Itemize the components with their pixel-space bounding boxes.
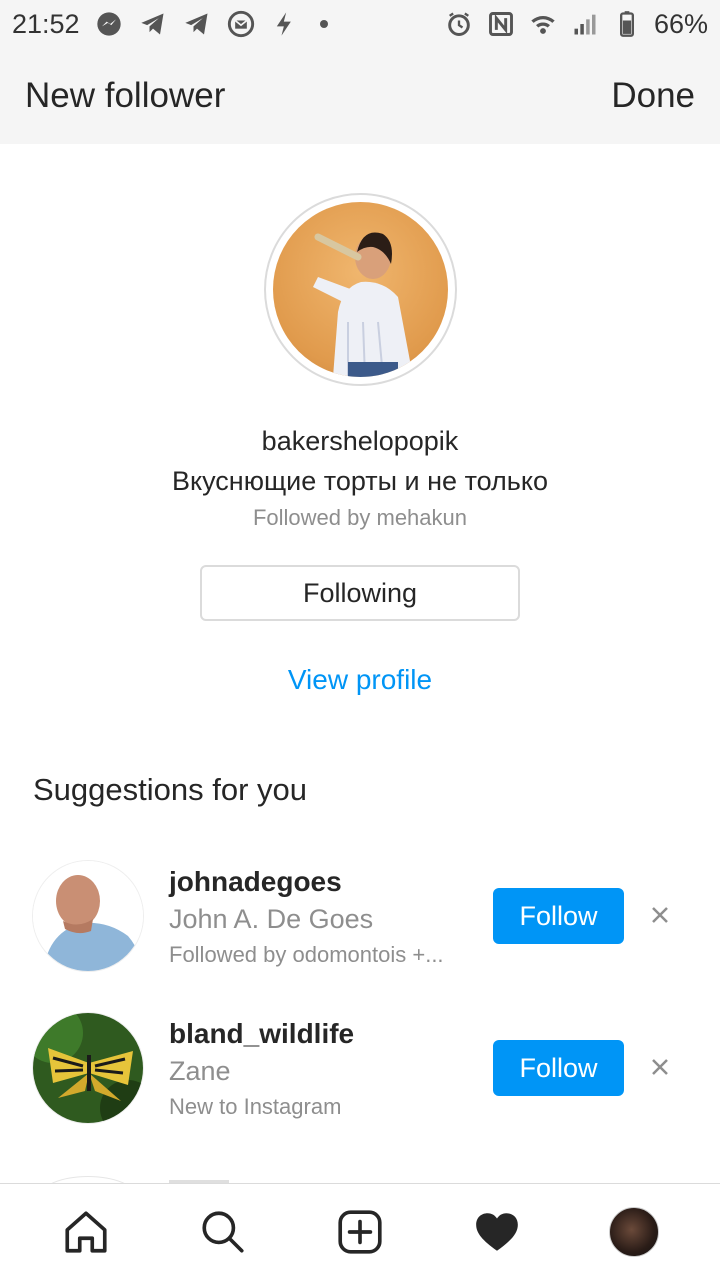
suggestion-photo-illustration [33, 861, 143, 971]
top-bar: New follower Done [0, 48, 720, 144]
profile-avatar-small [608, 1207, 659, 1257]
suggestion-username[interactable]: bland_wildlife [169, 1018, 354, 1050]
telegram-icon [182, 9, 212, 39]
suggestion-name: John A. De Goes [169, 904, 374, 934]
status-right: 66% [444, 9, 708, 40]
profile-photo-illustration [313, 232, 413, 377]
mail-icon [226, 9, 256, 39]
search-icon[interactable] [193, 1202, 253, 1262]
status-time: 21:52 [12, 8, 80, 39]
messenger-icon [94, 9, 124, 39]
flash-icon [270, 9, 300, 39]
nfc-icon [486, 9, 516, 39]
following-button[interactable]: Following [200, 565, 520, 621]
suggestion-row[interactable]: johnadegoes John A. De Goes Followed by … [0, 860, 720, 980]
suggestions-title: Suggestions for you [33, 772, 308, 807]
follow-button[interactable]: Follow [493, 1040, 624, 1096]
profile-tab[interactable] [604, 1202, 664, 1262]
close-icon[interactable] [645, 1052, 675, 1082]
suggestion-name: Zane [169, 1056, 231, 1086]
suggestion-subtitle: New to Instagram [169, 1094, 342, 1119]
wifi-icon [528, 9, 558, 39]
home-icon[interactable] [56, 1202, 116, 1262]
battery-percent: 66% [653, 8, 708, 39]
suggestion-row[interactable]: bland_wildlife Zane New to Instagram Fol… [0, 1012, 720, 1132]
status-left: 21:52 [12, 9, 328, 40]
profile-username: bakershelopopik [261, 426, 459, 456]
view-profile-link[interactable]: View profile [0, 664, 720, 696]
signal-icon [570, 9, 600, 39]
profile-bio: Вкуснющие торты и не только [171, 466, 549, 496]
suggestion-username[interactable]: johnadegoes [169, 866, 342, 898]
bottom-nav [0, 1183, 720, 1280]
battery-icon [612, 9, 642, 39]
telegram-icon [138, 9, 168, 39]
screen: 21:52 66% New follower Done bakershelopo… [0, 0, 720, 1280]
suggestion-avatar[interactable] [32, 1012, 144, 1124]
done-button[interactable]: Done [611, 76, 695, 116]
page-title: New follower [25, 76, 226, 115]
suggestion-subtitle: Followed by odomontois +... [169, 942, 444, 967]
alarm-icon [444, 9, 474, 39]
profile-avatar[interactable] [273, 202, 448, 377]
suggestion-avatar[interactable] [32, 860, 144, 972]
close-icon[interactable] [645, 900, 675, 930]
follow-button[interactable]: Follow [493, 888, 624, 944]
suggestion-photo-illustration [33, 1013, 143, 1123]
dot-icon [319, 20, 328, 28]
status-bar: 21:52 66% [0, 0, 720, 48]
profile-avatar-ring[interactable] [264, 193, 457, 386]
profile-followed-by: Followed by mehakun [252, 505, 467, 530]
add-post-icon[interactable] [330, 1202, 390, 1262]
heart-icon[interactable] [467, 1202, 527, 1262]
